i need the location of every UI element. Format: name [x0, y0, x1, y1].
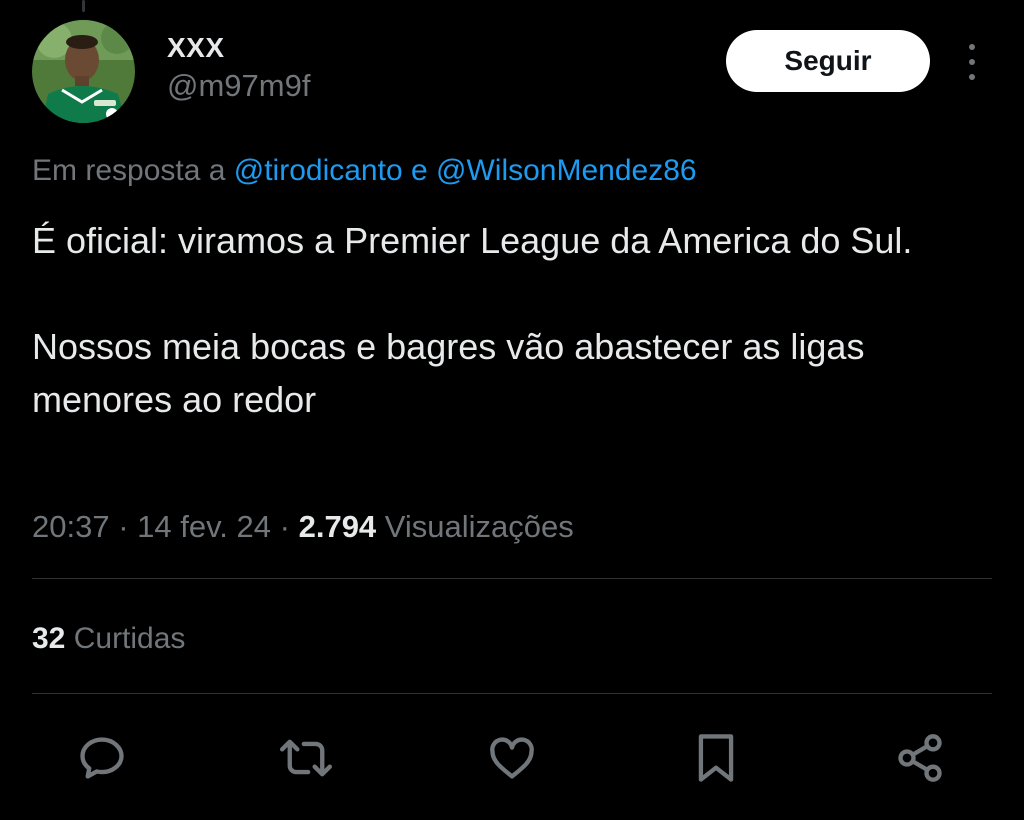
mention-link[interactable]: @WilsonMendez86: [436, 154, 697, 187]
like-button[interactable]: [482, 728, 542, 788]
share-button[interactable]: [890, 728, 950, 788]
meta-separator: ·: [279, 509, 290, 544]
reply-prefix: Em resposta a: [32, 154, 226, 187]
reply-context: Em resposta a @tirodicanto e @WilsonMend…: [32, 150, 697, 192]
author-names: XXX @m97m9f: [167, 30, 310, 106]
likes-count: 32: [32, 622, 66, 655]
reply-button[interactable]: [72, 728, 132, 788]
retweet-icon: [279, 739, 332, 777]
views-count: 2.794: [298, 509, 377, 544]
mention-link[interactable]: @tirodicanto: [234, 154, 403, 187]
divider: [32, 578, 992, 579]
action-bar: [0, 728, 1024, 792]
more-options-icon[interactable]: [960, 44, 984, 80]
tweet-meta: 20:37 · 14 fev. 24 · 2.794 Visualizações: [32, 505, 574, 549]
mention-connector[interactable]: e: [411, 154, 428, 187]
bookmark-button[interactable]: [686, 728, 746, 788]
share-icon: [898, 734, 942, 782]
tweet-body: É oficial: viramos a Premier League da A…: [32, 214, 982, 426]
tweet-paragraph: Nossos meia bocas e bagres vão abastecer…: [32, 326, 865, 420]
retweet-button[interactable]: [276, 728, 336, 788]
tweet-header: XXX @m97m9f Seguir: [32, 20, 992, 124]
like-icon: [490, 737, 534, 779]
bookmark-icon: [698, 734, 734, 782]
tweet-time[interactable]: 20:37: [32, 509, 110, 544]
divider: [32, 693, 992, 694]
reply-icon: [80, 737, 124, 779]
tweet-date[interactable]: 14 fev. 24: [137, 509, 271, 544]
likes-summary[interactable]: 32 Curtidas: [32, 618, 185, 660]
thread-connector-line: [82, 0, 85, 12]
meta-separator: ·: [118, 509, 129, 544]
author-handle[interactable]: @m97m9f: [167, 66, 310, 106]
follow-button[interactable]: Seguir: [726, 30, 930, 92]
tweet-paragraph: É oficial: viramos a Premier League da A…: [32, 220, 913, 261]
views-label: Visualizações: [384, 509, 574, 544]
avatar[interactable]: [32, 20, 135, 123]
likes-label: Curtidas: [73, 622, 186, 655]
author-display-name[interactable]: XXX: [167, 30, 310, 66]
